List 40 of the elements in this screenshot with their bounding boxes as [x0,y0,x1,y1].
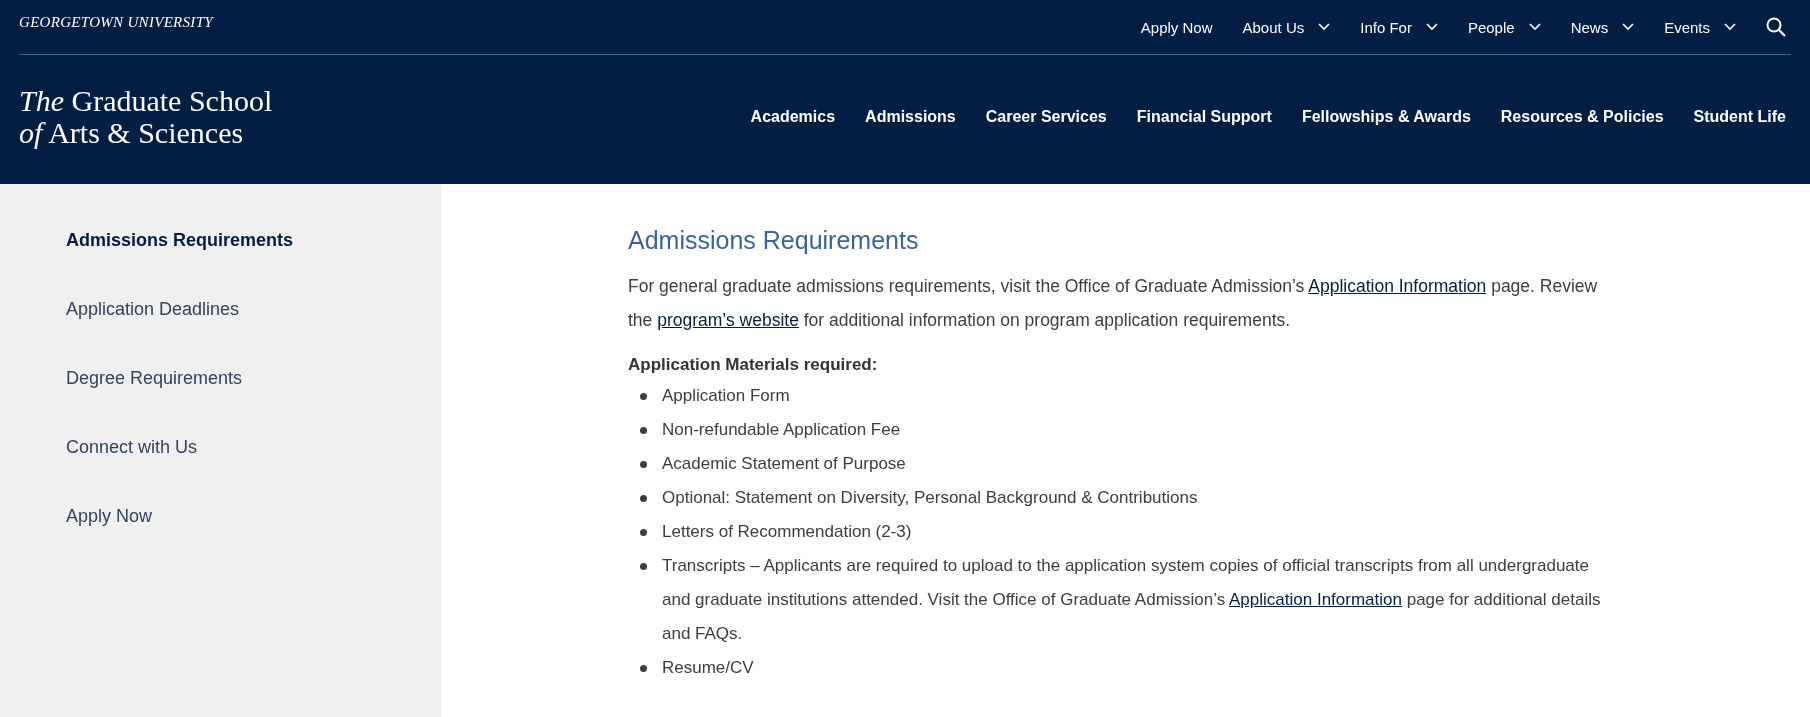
text-link[interactable]: Application Information [1308,276,1487,296]
main-nav-link[interactable]: Financial Support [1136,107,1272,126]
main-nav-link[interactable]: Academics [750,107,836,126]
utility-nav-link[interactable]: About Us [1242,18,1331,36]
bullet-icon [640,427,647,434]
list-item-text: Resume/CV [662,657,754,679]
utility-nav-link[interactable]: Info For [1360,18,1438,36]
list-item-text: Transcripts – Applicants are required to upload to the application system copies of official transcripts from all undergraduate and graduate institutions attended. Visit the Office of Graduate Admission’s Application Information page for additional details and FAQs. [662,555,1602,645]
utility-nav-link[interactable]: Apply Now [1140,18,1213,36]
bullet-icon [640,495,647,502]
list-item-text: Academic Statement of Purpose [662,453,906,475]
utility-nav-link[interactable]: Events [1664,18,1736,36]
list-item-text: Non-refundable Application Fee [662,419,901,441]
bullet-icon [640,461,647,468]
sidebar-link[interactable]: Application Deadlines [66,298,441,320]
list-item-text: Optional: Statement on Diversity, Personal Background & Contributions [662,487,1198,509]
utility-nav-link[interactable]: News [1570,18,1635,36]
main-nav-link[interactable]: Fellowships & Awards [1301,107,1471,126]
list-item-text: Letters of Recommendation (2-3) [662,521,912,543]
main-nav-link[interactable]: Career Services [985,107,1107,126]
search-icon[interactable] [1766,17,1786,37]
sidebar-link[interactable]: Degree Requirements [66,367,441,389]
intro-paragraph: For general graduate admissions requirements, visit the Office of Graduate Admission’s Application Information page. Review the program’s website for additional information on program application requirements. [628,275,1599,332]
bullet-icon [640,393,647,400]
main-nav-link[interactable]: Resources & Policies [1500,107,1664,126]
main-nav-link[interactable]: Student Life [1693,107,1786,126]
sidebar-link[interactable]: Admissions Requirements [66,229,441,251]
sidebar-link[interactable]: Connect with Us [66,436,441,458]
bullet-icon [640,665,647,672]
bullet-icon [640,563,647,570]
text-link[interactable]: Application Information [1229,590,1402,609]
main-nav-link[interactable]: Admissions [865,107,956,126]
text-link[interactable]: program’s website [657,310,799,330]
materials-heading: Application Materials required: [628,355,879,375]
sidebar-link[interactable]: Apply Now [66,505,441,527]
bullet-icon [640,529,647,536]
page-heading: Admissions Requirements [628,226,920,255]
list-item-text: Application Form [662,385,790,407]
utility-nav-link[interactable]: People [1467,18,1541,36]
university-wordmark[interactable]: GEORGETOWN UNIVERSITY [19,13,213,31]
